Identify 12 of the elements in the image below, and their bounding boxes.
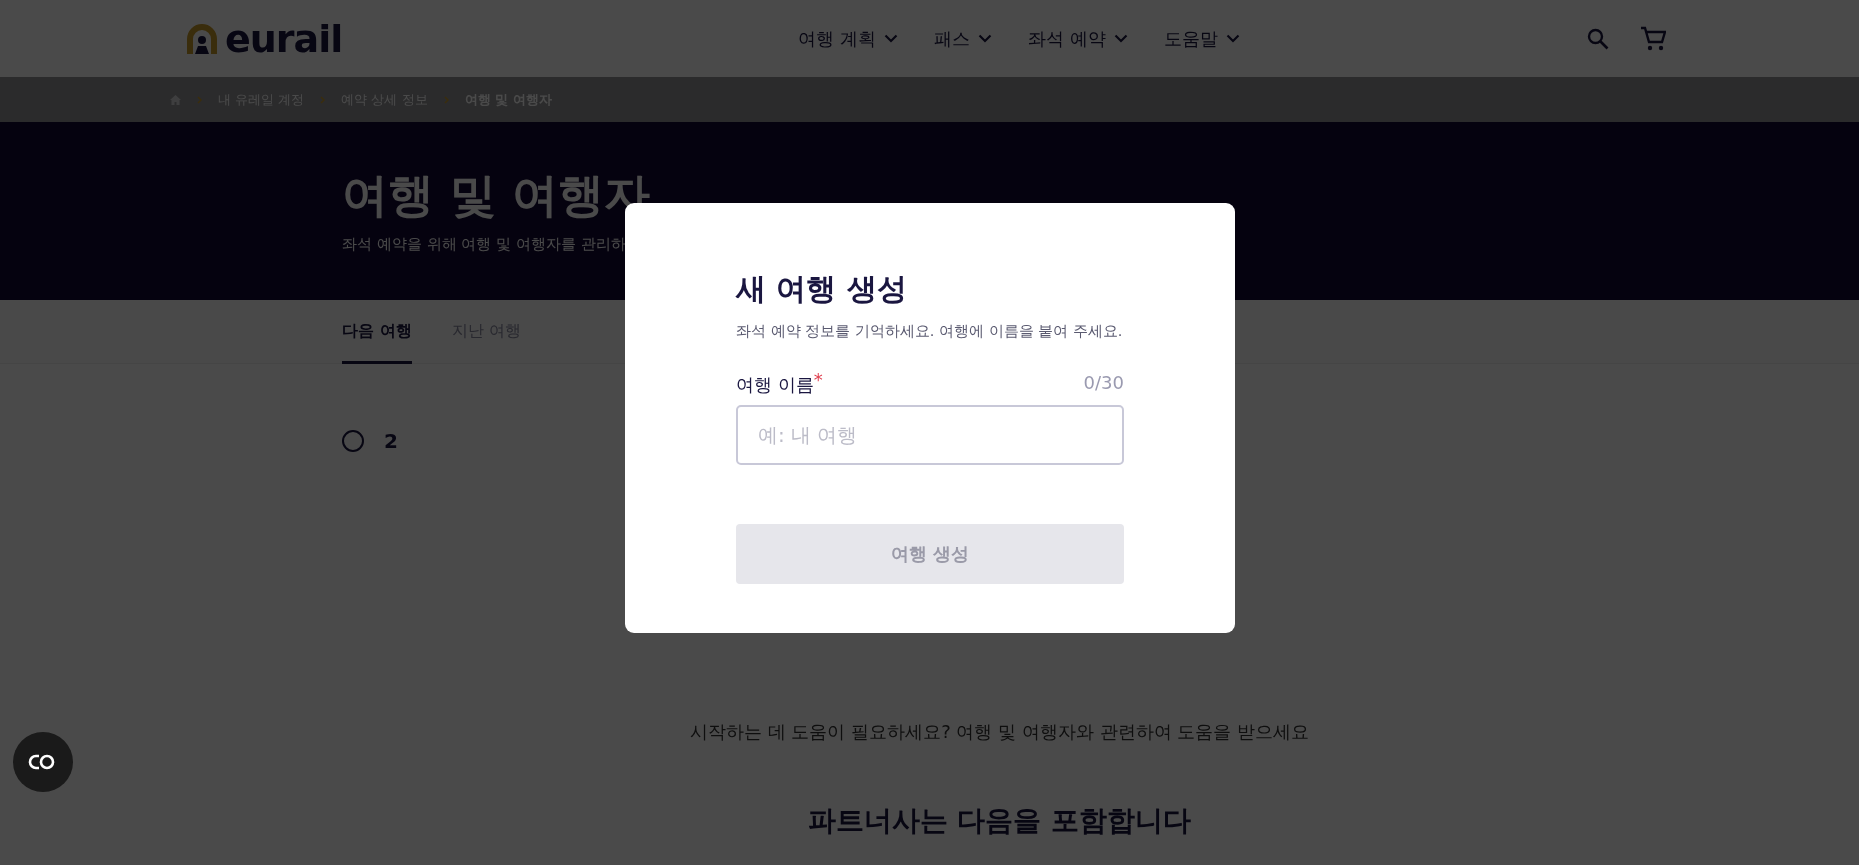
section-heading: 파트너사는 다음을 포함합니다 — [806, 805, 1193, 838]
help-link[interactable]: 여행 및 여행자와 관련하여 도움을 받으세요 — [956, 721, 1310, 742]
logo-wordmark: eurail — [225, 19, 343, 58]
field-label: 여행 이름 — [736, 374, 814, 396]
required-asterisk: * — [813, 368, 823, 390]
trip-text: 2 — [384, 428, 398, 455]
page-title: 여행 및 여행자 — [342, 170, 652, 221]
dialog-title: 새 여행 생성 — [736, 271, 908, 307]
page-subtitle: 좌석 예약을 위해 여행 및 여행자를 관리하 — [342, 233, 627, 255]
input-field[interactable]: 예: 내 여행 — [736, 404, 1124, 465]
dialog-description: 좌석 예약 정보를 기억하세요. 여행에 이름을 붙여 주세요. — [736, 322, 1124, 341]
character-counter: 0/30 — [1083, 370, 1124, 395]
